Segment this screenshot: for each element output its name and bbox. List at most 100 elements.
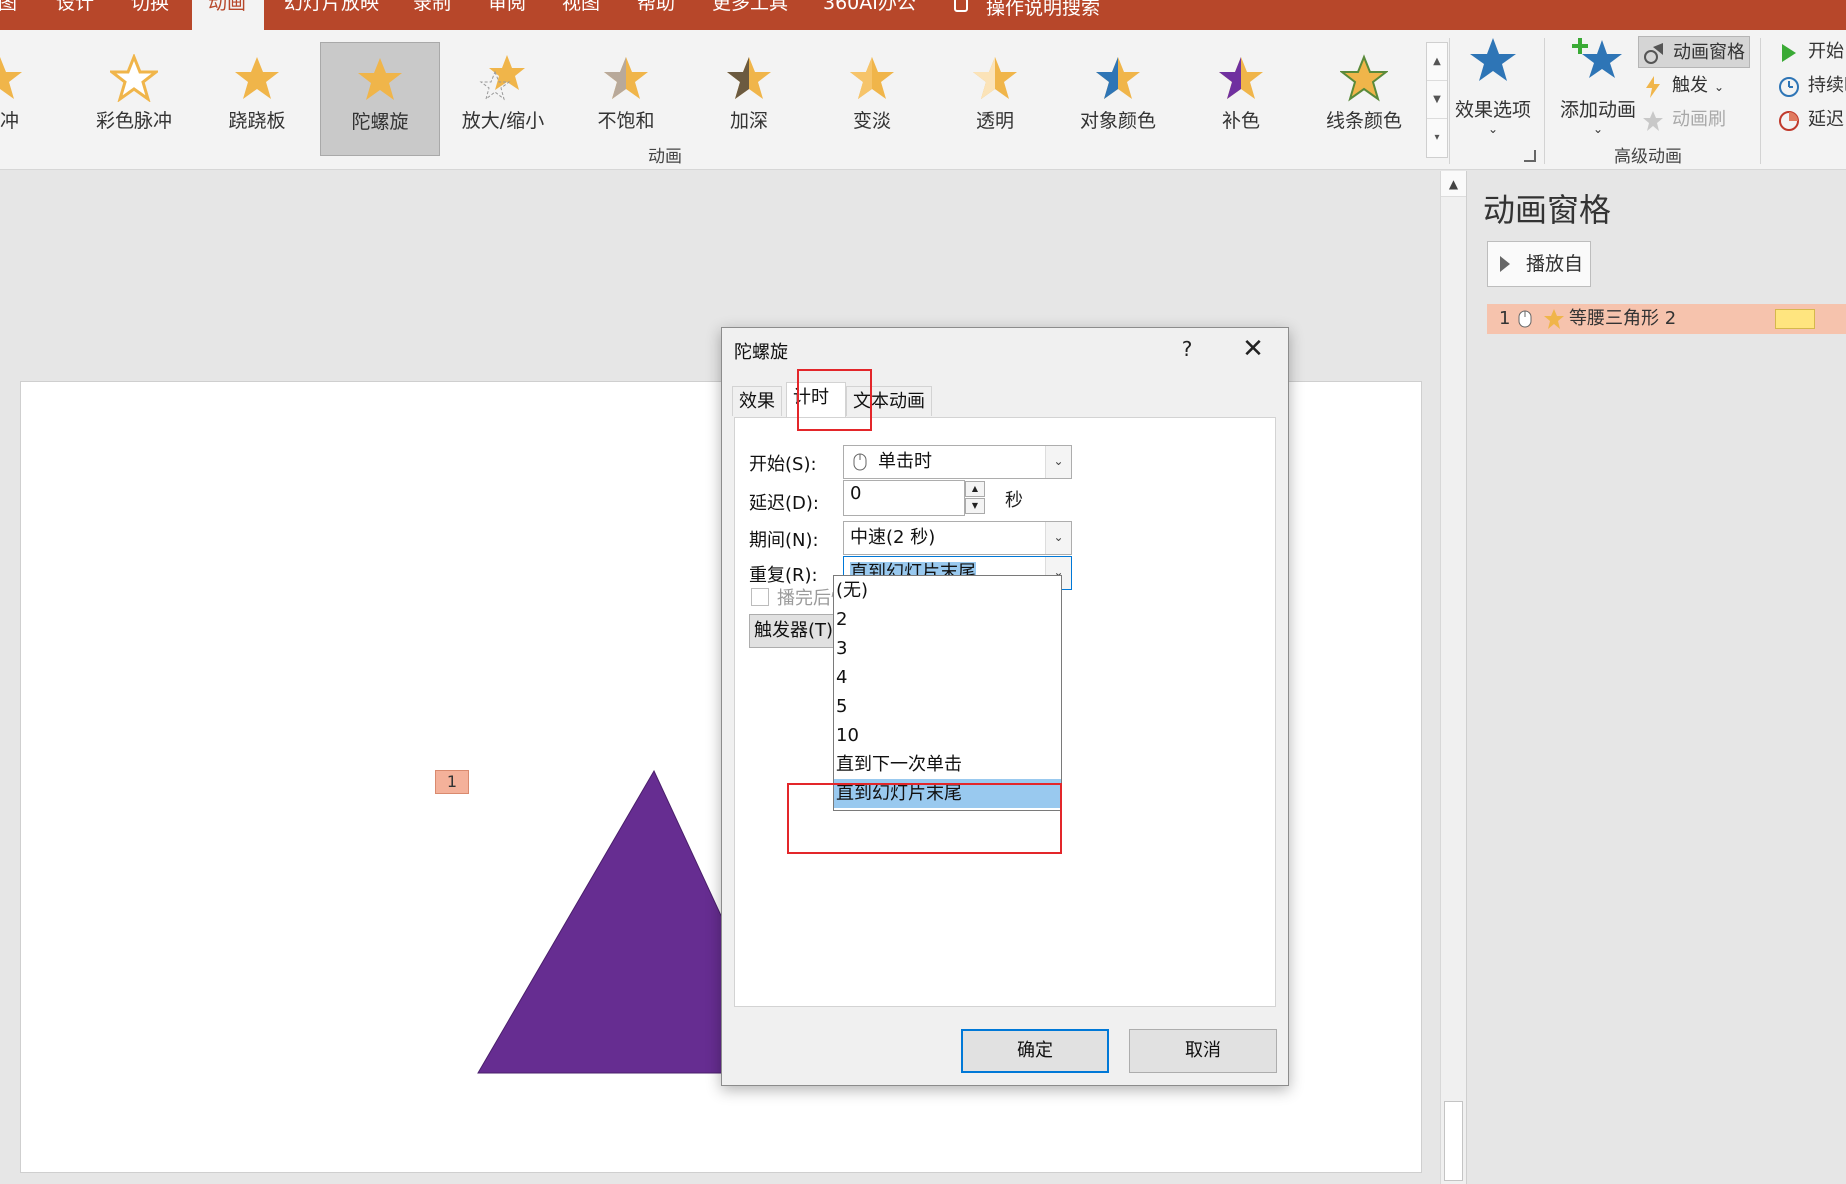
effect-label: 不饱和 xyxy=(597,110,655,132)
effect-lighten[interactable]: 变淡 xyxy=(812,42,932,156)
scroll-thumb[interactable] xyxy=(1444,1101,1463,1181)
pane-title: 动画窗格 xyxy=(1483,191,1612,229)
duration-select[interactable]: 中速(2 秒) ⌄ xyxy=(843,521,1072,555)
delay-input[interactable]: 0 xyxy=(843,480,965,516)
repeat-option-selected[interactable]: 直到幻灯片末尾 xyxy=(834,779,1061,808)
scroll-up-icon[interactable]: ▲ xyxy=(1441,171,1466,197)
effect-color-pulse[interactable]: 彩色脉冲 xyxy=(74,42,194,156)
lightning-icon xyxy=(1646,76,1660,98)
teeter-star-icon xyxy=(235,57,279,99)
tab-record[interactable]: 录制 xyxy=(413,0,451,30)
tell-me-search[interactable]: 操作说明搜索 xyxy=(954,0,1100,30)
tab-360ai[interactable]: 360AI办公 xyxy=(823,0,916,30)
lighten-star-icon xyxy=(850,57,894,99)
effect-label: 变淡 xyxy=(852,110,891,132)
repeat-option[interactable]: 5 xyxy=(834,692,1061,721)
tab-view-partial[interactable]: 图 xyxy=(0,0,17,30)
repeat-dropdown-list: (无) 2 3 4 5 10 直到下一次单击 直到幻灯片末尾 xyxy=(833,575,1062,811)
effect-line-color[interactable]: 线条颜色 xyxy=(1304,42,1424,156)
effect-pulse[interactable]: 脉冲 xyxy=(0,42,60,156)
effect-complementary-color[interactable]: 补色 xyxy=(1181,42,1301,156)
effect-label: 加深 xyxy=(729,110,768,132)
effect-teeter[interactable]: 跷跷板 xyxy=(197,42,317,156)
effect-label: 脉冲 xyxy=(0,110,19,132)
animation-pane-icon xyxy=(1644,43,1663,64)
tab-text-animation[interactable]: 文本动画 xyxy=(846,386,932,416)
effect-spin[interactable]: 陀螺旋 xyxy=(320,42,440,156)
tab-view[interactable]: 视图 xyxy=(562,0,600,30)
tab-review[interactable]: 审阅 xyxy=(488,0,526,30)
tab-slideshow[interactable]: 幻灯片放映 xyxy=(284,0,379,30)
effect-label: 对象颜色 xyxy=(1079,110,1156,132)
chevron-down-icon[interactable]: ⌄ xyxy=(1045,522,1071,554)
line-color-star-icon xyxy=(1340,54,1388,102)
repeat-option[interactable]: 10 xyxy=(834,721,1061,750)
tab-transitions[interactable]: 切换 xyxy=(131,0,169,30)
effect-label: 放大/缩小 xyxy=(461,110,545,132)
repeat-option[interactable]: 2 xyxy=(834,605,1061,634)
dialog-launcher-icon[interactable] xyxy=(1524,150,1536,162)
timing-delay[interactable]: 延迟: xyxy=(1774,104,1846,136)
transparency-star-icon xyxy=(973,57,1017,99)
cancel-button[interactable]: 取消 xyxy=(1129,1029,1277,1073)
effect-grow-shrink[interactable]: 放大/缩小 xyxy=(443,42,563,156)
dialog-title: 陀螺旋 xyxy=(734,342,788,363)
animation-order-tag[interactable]: 1 xyxy=(435,770,469,794)
trigger-button[interactable]: 触发 ⌄ xyxy=(1638,70,1724,102)
trigger-button[interactable]: 触发器(T) xyxy=(749,614,845,648)
timing-start[interactable]: 开始: xyxy=(1774,36,1846,68)
animation-pane: 动画窗格 播放自 1 等腰三角形 2 xyxy=(1466,171,1846,1184)
color-pulse-star-icon xyxy=(110,54,158,102)
lightbulb-icon xyxy=(954,0,968,12)
mouse-icon xyxy=(853,453,867,471)
tab-help[interactable]: 帮助 xyxy=(637,0,675,30)
effect-options-button[interactable]: 效果选项 ⌄ xyxy=(1443,36,1543,136)
chevron-down-icon: ⌄ xyxy=(1592,122,1604,136)
effect-darken[interactable]: 加深 xyxy=(689,42,809,156)
timeline-bar[interactable] xyxy=(1775,309,1815,329)
effect-object-color[interactable]: 对象颜色 xyxy=(1058,42,1178,156)
repeat-option[interactable]: 3 xyxy=(834,634,1061,663)
add-animation-button[interactable]: 添加动画 ⌄ xyxy=(1548,36,1648,136)
delay-label: 延迟(D): xyxy=(749,493,819,514)
animation-list-item[interactable]: 1 等腰三角形 2 xyxy=(1487,304,1846,334)
tab-more-tools[interactable]: 更多工具 xyxy=(712,0,788,30)
close-icon[interactable]: ✕ xyxy=(1238,334,1268,364)
animation-painter-button[interactable]: 动画刷 xyxy=(1638,104,1726,136)
emphasis-star-icon xyxy=(1544,309,1564,329)
ribbon: 脉冲彩色脉冲跷跷板陀螺旋放大/缩小不饱和加深变淡透明对象颜色补色线条颜色 ▲ ▼… xyxy=(0,30,1846,170)
spin-down-icon[interactable]: ▼ xyxy=(965,498,985,514)
effect-label: 陀螺旋 xyxy=(351,111,409,133)
ok-button[interactable]: 确定 xyxy=(961,1029,1109,1073)
repeat-option[interactable]: 4 xyxy=(834,663,1061,692)
tab-animations[interactable]: 动画 xyxy=(192,0,264,30)
help-icon[interactable]: ? xyxy=(1172,334,1202,364)
timing-duration[interactable]: 持续时 xyxy=(1774,70,1846,102)
chevron-down-icon: ⌄ xyxy=(1487,122,1499,136)
tab-timing[interactable]: 计时 xyxy=(786,382,846,418)
start-select[interactable]: 单击时 ⌄ xyxy=(843,445,1072,479)
repeat-option[interactable]: (无) xyxy=(834,576,1061,605)
group-label-advanced: 高级动画 xyxy=(1614,147,1682,167)
tab-effect[interactable]: 效果 xyxy=(732,386,782,416)
play-icon xyxy=(1500,256,1510,272)
rewind-checkbox[interactable] xyxy=(751,588,769,606)
spin-up-icon[interactable]: ▲ xyxy=(965,481,985,497)
tab-design[interactable]: 设计 xyxy=(56,0,94,30)
grow-shrink-star-icon xyxy=(479,55,525,101)
effect-transparency[interactable]: 透明 xyxy=(935,42,1055,156)
effect-label: 线条颜色 xyxy=(1325,110,1402,132)
add-animation-star-icon xyxy=(1572,38,1622,78)
start-label: 开始(S): xyxy=(749,454,817,475)
play-from-button[interactable]: 播放自 xyxy=(1487,241,1591,287)
delay-spinner[interactable]: ▲ ▼ xyxy=(965,481,985,515)
chevron-down-icon[interactable]: ⌄ xyxy=(1045,446,1071,478)
ribbon-tab-bar: 图 设计 切换 动画 幻灯片放映 录制 审阅 视图 帮助 更多工具 360AI办… xyxy=(0,0,1846,30)
slide-vertical-scrollbar[interactable]: ▲ xyxy=(1440,171,1466,1184)
animation-pane-button[interactable]: 动画窗格 xyxy=(1638,36,1750,68)
repeat-option[interactable]: 直到下一次单击 xyxy=(834,750,1061,779)
effect-desaturate[interactable]: 不饱和 xyxy=(566,42,686,156)
effect-label: 补色 xyxy=(1221,110,1260,132)
spin-dialog: 陀螺旋 ? ✕ 效果 计时 文本动画 开始(S): 单击时 ⌄ 延迟(D): 0… xyxy=(721,327,1289,1086)
chevron-down-icon: ⌄ xyxy=(1714,80,1725,94)
